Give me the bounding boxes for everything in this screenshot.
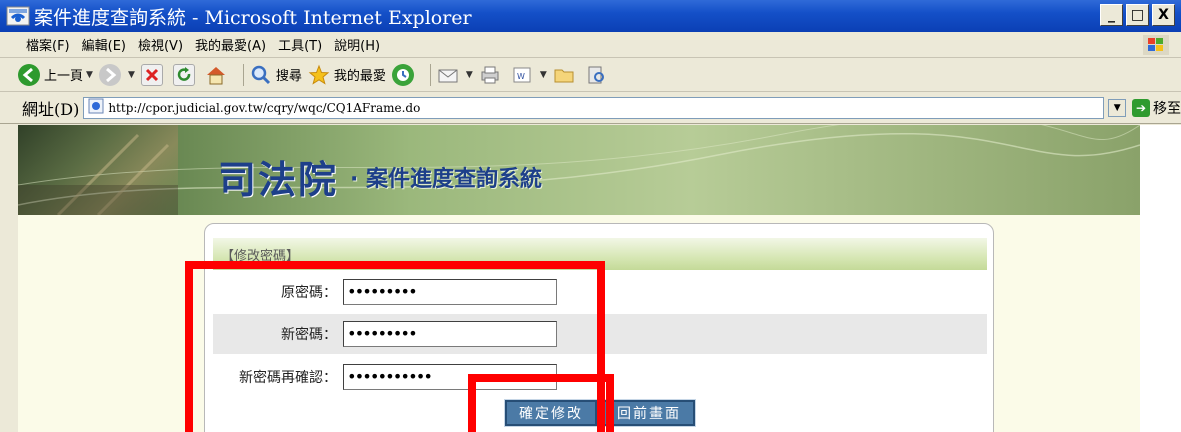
banner-system-name: · 案件進度查詢系統 (350, 167, 543, 192)
search-label: 搜尋 (275, 69, 302, 84)
title-bar: 案件進度查詢系統 - Microsoft Internet Explorer _… (0, 0, 1181, 32)
mail-dropdown-icon[interactable]: ▼ (466, 70, 473, 80)
home-icon (205, 64, 227, 86)
menu-tools[interactable]: 工具(T) (278, 35, 322, 54)
printer-icon (479, 64, 501, 86)
address-dropdown-icon[interactable]: ▼ (1108, 98, 1126, 117)
menu-bar: 檔案(F) 編輯(E) 檢視(V) 我的最愛(A) 工具(T) 說明(H) (0, 32, 1181, 58)
edit-button[interactable]: W ▼ (511, 64, 547, 86)
window-title: 案件進度查詢系統 - Microsoft Internet Explorer (34, 6, 472, 29)
refresh-icon (172, 63, 195, 86)
history-icon (391, 63, 414, 86)
back-to-previous-button[interactable]: 回前畫面 (602, 399, 696, 427)
address-input[interactable]: http://cpor.judicial.gov.tw/cqry/wqc/CQ1… (83, 96, 1105, 119)
restore-button[interactable]: □ (1126, 4, 1149, 26)
word-edit-icon: W (511, 64, 533, 86)
page-icon (88, 98, 104, 118)
go-label: 移至 (1153, 100, 1181, 117)
mail-icon (437, 64, 459, 86)
banner-org-name: 司法院 (218, 157, 339, 202)
folder-icon (553, 64, 575, 86)
minimize-button[interactable]: _ (1100, 4, 1123, 26)
close-button[interactable]: X (1152, 4, 1175, 26)
messenger-button[interactable] (585, 64, 611, 86)
history-button[interactable] (391, 63, 418, 86)
back-dropdown-icon[interactable]: ▼ (86, 70, 93, 80)
banner-decoration (18, 125, 1140, 215)
back-button[interactable]: 上一頁 ▼ (18, 63, 93, 86)
back-arrow-icon (18, 63, 40, 86)
forward-arrow-icon (98, 63, 121, 86)
windows-logo-icon (1143, 35, 1169, 55)
star-icon (308, 64, 330, 86)
home-button[interactable] (205, 64, 231, 86)
toolbar: 上一頁 ▼ ▼ 搜尋 我的最愛 ▼ W ▼ (0, 58, 1181, 92)
go-arrow-icon: ➔ (1132, 98, 1150, 117)
stop-button[interactable] (140, 63, 167, 86)
stop-icon (140, 63, 163, 86)
mail-button[interactable]: ▼ (437, 64, 473, 86)
print-button[interactable] (479, 64, 505, 86)
forward-button[interactable]: ▼ (98, 63, 135, 86)
menu-help[interactable]: 說明(H) (334, 35, 380, 54)
address-url: http://cpor.judicial.gov.tw/cqry/wqc/CQ1… (108, 100, 421, 115)
ie-window-icon (6, 4, 30, 28)
menu-file[interactable]: 檔案(F) (26, 35, 70, 54)
address-label: 網址(D) (22, 99, 80, 119)
ie-window: 案件進度查詢系統 - Microsoft Internet Explorer _… (0, 0, 1181, 432)
search-button[interactable]: 搜尋 (250, 64, 302, 86)
favorites-label: 我的最愛 (333, 69, 386, 84)
forward-dropdown-icon[interactable]: ▼ (128, 70, 135, 80)
go-button[interactable]: ➔ 移至 (1132, 98, 1181, 118)
menu-view[interactable]: 檢視(V) (138, 35, 183, 54)
search-icon (250, 64, 272, 86)
annotation-box-confirm-button (468, 374, 614, 432)
research-icon (585, 64, 607, 86)
window-controls: _ □ X (1100, 4, 1175, 26)
address-bar: 網址(D) http://cpor.judicial.gov.tw/cqry/w… (0, 92, 1181, 124)
toolbar-separator (429, 63, 431, 86)
edit-dropdown-icon[interactable]: ▼ (540, 70, 547, 80)
toolbar-separator (242, 63, 244, 86)
svg-text:W: W (517, 72, 525, 81)
page-right-margin (1140, 125, 1181, 432)
site-banner: 司法院 · 案件進度查詢系統 (18, 125, 1140, 215)
favorites-button[interactable]: 我的最愛 (308, 64, 386, 86)
back-label: 上一頁 (44, 69, 84, 84)
menu-favorites[interactable]: 我的最愛(A) (195, 35, 266, 54)
folder-button[interactable] (553, 64, 579, 86)
menu-edit[interactable]: 編輯(E) (82, 35, 126, 54)
refresh-button[interactable] (172, 63, 199, 86)
